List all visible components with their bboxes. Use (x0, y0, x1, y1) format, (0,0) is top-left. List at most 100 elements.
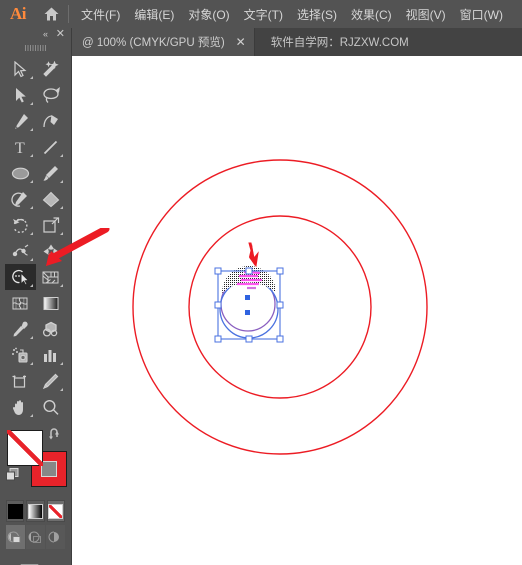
direct-selection-tool[interactable] (5, 82, 36, 108)
column-graph-tool[interactable] (36, 342, 67, 368)
ellipse-tool[interactable] (5, 160, 36, 186)
hand-tool[interactable] (5, 394, 36, 420)
menu-bar: Ai 文件(F) 编辑(E) 对象(O) 文字(T) 选择(S) 效果(C) 视… (0, 0, 522, 28)
flyout-indicator-icon (29, 414, 33, 417)
none-swatch-icon (48, 503, 64, 519)
eraser-tool[interactable] (36, 186, 67, 212)
shape-builder-tool[interactable] (5, 264, 36, 290)
gradient-mode-button[interactable] (26, 500, 45, 522)
color-controls (6, 426, 67, 498)
draw-normal-icon (7, 531, 20, 543)
draw-mode-row (6, 525, 65, 549)
handle-middle-left[interactable] (214, 301, 222, 309)
flyout-indicator-icon (29, 284, 33, 287)
flyout-indicator-icon (60, 206, 63, 209)
handle-middle-right[interactable] (276, 301, 284, 309)
line-segment-tool[interactable] (36, 134, 67, 160)
slice-tool[interactable] (36, 368, 67, 394)
flyout-indicator-icon (29, 362, 33, 365)
change-screen-mode-button[interactable] (0, 553, 71, 565)
menu-window[interactable]: 窗口(W) (453, 0, 510, 28)
selection-tool[interactable] (5, 56, 36, 82)
anchor-point-lower[interactable] (245, 310, 250, 315)
document-tab-label: @ 100% (CMYK/GPU 预览) (82, 37, 225, 49)
canvas-area[interactable] (72, 56, 522, 565)
menu-select[interactable]: 选择(S) (290, 0, 344, 28)
handle-top-left[interactable] (214, 267, 222, 275)
draw-inside-icon (48, 531, 59, 543)
menu-file[interactable]: 文件(F) (74, 0, 127, 28)
shaper-tool[interactable] (5, 186, 36, 212)
curvature-tool[interactable] (36, 108, 67, 134)
perspective-grid-tool[interactable] (36, 264, 67, 290)
tools-grid: T (0, 54, 71, 420)
svg-text:T: T (15, 140, 25, 156)
draw-inside-button[interactable] (46, 525, 65, 549)
menu-type[interactable]: 文字(T) (237, 0, 290, 28)
illustrator-window: Ai 文件(F) 编辑(E) 对象(O) 文字(T) 选择(S) 效果(C) 视… (0, 0, 522, 565)
flyout-indicator-icon (29, 232, 33, 235)
mesh-tool[interactable] (5, 290, 36, 316)
tools-panel: « ✕ T (0, 28, 72, 565)
menu-view[interactable]: 视图(V) (399, 0, 453, 28)
anchor-point-upper[interactable] (245, 295, 250, 300)
artboard[interactable] (72, 56, 522, 565)
handle-bottom-right[interactable] (276, 335, 284, 343)
draw-behind-button[interactable] (26, 525, 45, 549)
flyout-indicator-icon (60, 362, 63, 365)
flyout-indicator-icon (29, 102, 33, 105)
handle-top-right[interactable] (276, 267, 284, 275)
menu-edit[interactable]: 编辑(E) (127, 0, 181, 28)
color-mode-button[interactable] (6, 500, 25, 522)
handle-bottom-center[interactable] (245, 335, 253, 343)
gradient-tool[interactable] (36, 290, 67, 316)
flyout-indicator-icon (60, 284, 63, 287)
flyout-indicator-icon (29, 336, 33, 339)
flyout-indicator-icon (60, 180, 63, 183)
flyout-indicator-icon (29, 154, 33, 157)
flyout-indicator-icon (29, 180, 33, 183)
width-tool[interactable] (5, 238, 36, 264)
paintbrush-tool[interactable] (36, 160, 67, 186)
symbol-sprayer-tool[interactable] (5, 342, 36, 368)
handle-top-center[interactable] (245, 267, 253, 275)
collapse-panel-icon[interactable]: « (43, 29, 48, 40)
grip-lines-icon (24, 45, 47, 51)
rotate-tool[interactable] (5, 212, 36, 238)
flyout-indicator-icon (29, 206, 33, 209)
magic-wand-tool[interactable] (36, 56, 67, 82)
zoom-tool[interactable] (36, 394, 67, 420)
menu-separator (68, 5, 69, 23)
flyout-indicator-icon (29, 128, 33, 131)
default-fill-stroke-icon[interactable] (6, 468, 19, 481)
watermark-text: 软件自学网：RJZXW.COM (270, 37, 409, 49)
draw-behind-icon (28, 531, 41, 543)
flyout-indicator-icon (29, 258, 33, 261)
home-icon[interactable] (36, 0, 66, 28)
handle-bottom-left[interactable] (214, 335, 222, 343)
close-icon[interactable]: ✕ (234, 36, 248, 48)
fill-swatch[interactable] (7, 430, 43, 466)
artboard-tool[interactable] (5, 368, 36, 394)
eyedropper-tool[interactable] (5, 316, 36, 342)
free-transform-tool[interactable] (36, 238, 67, 264)
stroke-swatch-center (41, 461, 57, 477)
blend-tool[interactable] (36, 316, 67, 342)
menu-effect[interactable]: 效果(C) (344, 0, 399, 28)
scale-tool[interactable] (36, 212, 67, 238)
document-tab[interactable]: @ 100% (CMYK/GPU 预览) ✕ (72, 28, 255, 56)
flyout-indicator-icon (60, 232, 63, 235)
gradient-swatch-icon (27, 503, 43, 519)
draw-normal-button[interactable] (6, 525, 25, 549)
none-mode-button[interactable] (46, 500, 65, 522)
pen-tool[interactable] (5, 108, 36, 134)
panel-drag-handle[interactable] (0, 42, 71, 54)
solid-color-icon (7, 503, 23, 519)
type-tool[interactable]: T (5, 134, 36, 160)
artwork-callout-arrow (248, 242, 259, 268)
swap-fill-stroke-icon[interactable] (48, 427, 62, 441)
fill-mode-row (6, 500, 65, 522)
close-panel-icon[interactable]: ✕ (56, 28, 65, 40)
menu-object[interactable]: 对象(O) (181, 0, 236, 28)
lasso-tool[interactable] (36, 82, 67, 108)
